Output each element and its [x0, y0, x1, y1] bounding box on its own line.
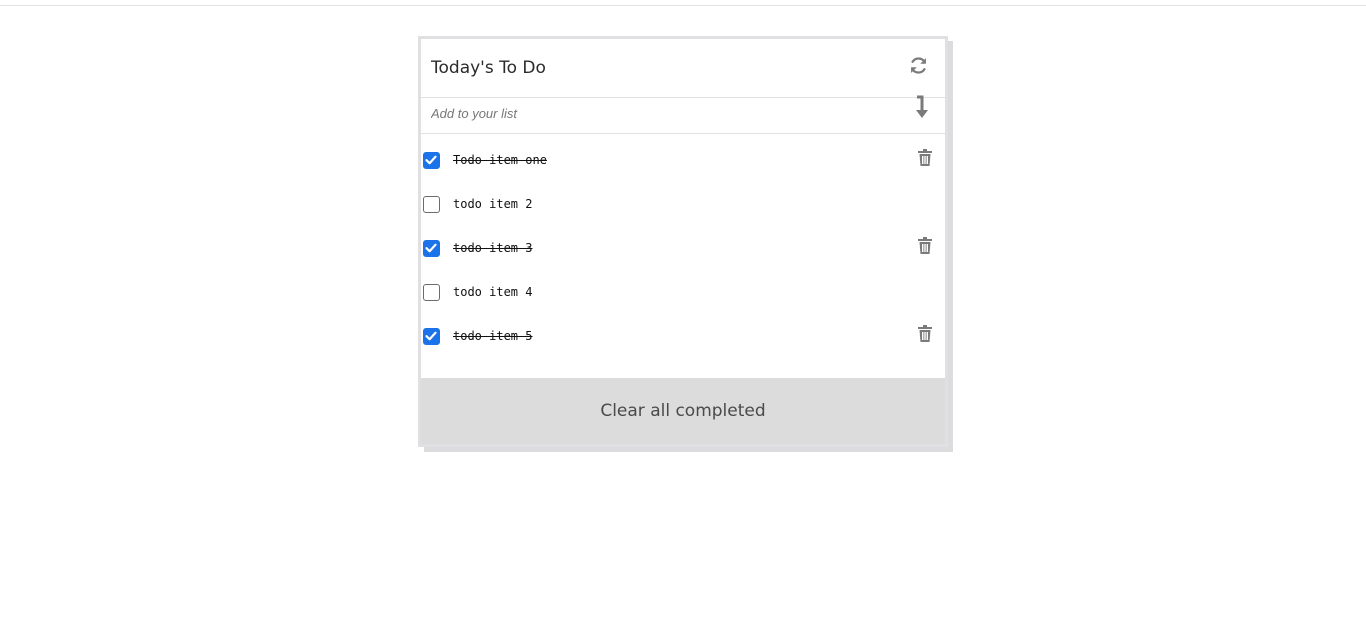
todo-label: todo item 5 [453, 329, 533, 343]
list-item: todo item 5 [421, 310, 945, 354]
list-item: Todo item one [421, 134, 945, 178]
clear-completed-button[interactable]: Clear all completed [421, 378, 945, 444]
todo-label: Todo item one [453, 153, 547, 167]
trash-icon[interactable] [917, 237, 933, 255]
todo-checkbox[interactable] [423, 196, 440, 213]
page-title: Today's To Do [431, 58, 546, 78]
todo-list: Todo item one todo item 2 todo item 3 todo … [421, 134, 945, 354]
todo-label: todo item 4 [453, 285, 533, 299]
list-item: todo item 2 [421, 178, 945, 222]
todo-checkbox[interactable] [423, 284, 440, 301]
trash-icon[interactable] [917, 325, 933, 343]
card-header: Today's To Do [421, 39, 945, 98]
todo-card: Today's To Do Todo item one todo item 2 to… [418, 36, 948, 447]
list-item: todo item 3 [421, 222, 945, 266]
refresh-icon[interactable] [908, 55, 929, 76]
todo-label: todo item 2 [453, 197, 533, 211]
list-item: todo item 4 [421, 266, 945, 310]
top-divider [0, 5, 1366, 6]
todo-checkbox[interactable] [423, 240, 440, 257]
todo-checkbox[interactable] [423, 328, 440, 345]
todo-label: todo item 3 [453, 241, 533, 255]
add-todo-input[interactable] [431, 106, 861, 121]
arrow-down-return-icon[interactable] [914, 95, 930, 121]
trash-icon[interactable] [917, 149, 933, 167]
add-todo-row [421, 95, 945, 134]
todo-checkbox[interactable] [423, 152, 440, 169]
